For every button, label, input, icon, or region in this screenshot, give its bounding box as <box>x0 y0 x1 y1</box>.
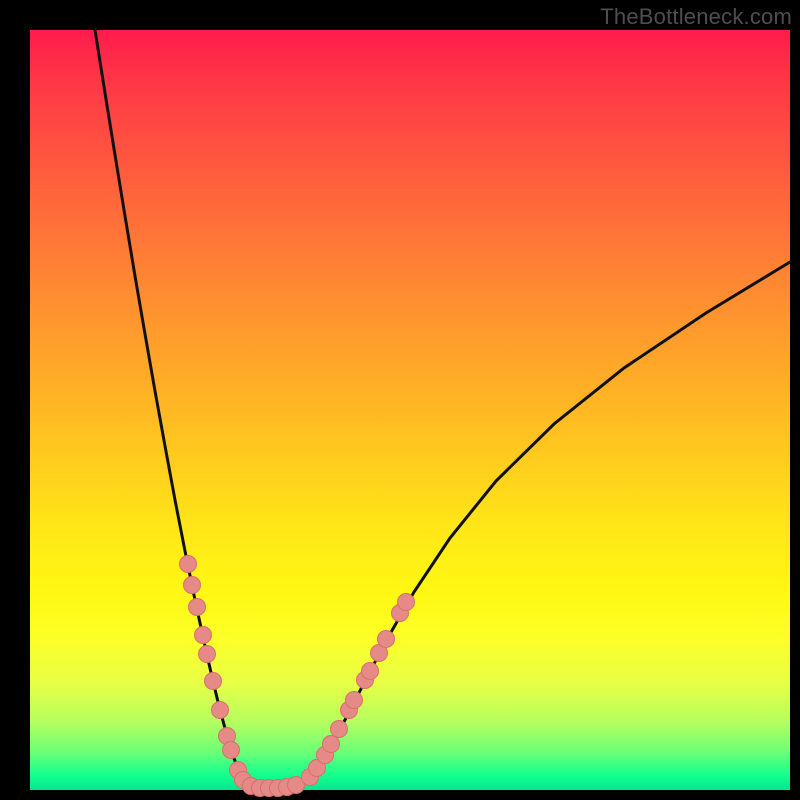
data-point <box>205 673 222 690</box>
watermark-text: TheBottleneck.com <box>600 4 792 30</box>
bottleneck-curve <box>95 30 790 789</box>
data-point <box>212 702 229 719</box>
data-point <box>199 646 216 663</box>
data-point <box>346 692 363 709</box>
data-point <box>223 742 240 759</box>
data-point <box>323 736 340 753</box>
data-point <box>180 556 197 573</box>
data-point <box>195 627 212 644</box>
data-point <box>398 594 415 611</box>
marker-points <box>180 556 415 797</box>
chart-svg <box>30 30 790 790</box>
data-point <box>331 721 348 738</box>
plot-area <box>30 30 790 790</box>
data-point <box>184 577 201 594</box>
curve-series <box>95 30 790 789</box>
data-point <box>378 631 395 648</box>
data-point <box>189 599 206 616</box>
chart-frame: TheBottleneck.com <box>0 0 800 800</box>
data-point <box>362 663 379 680</box>
